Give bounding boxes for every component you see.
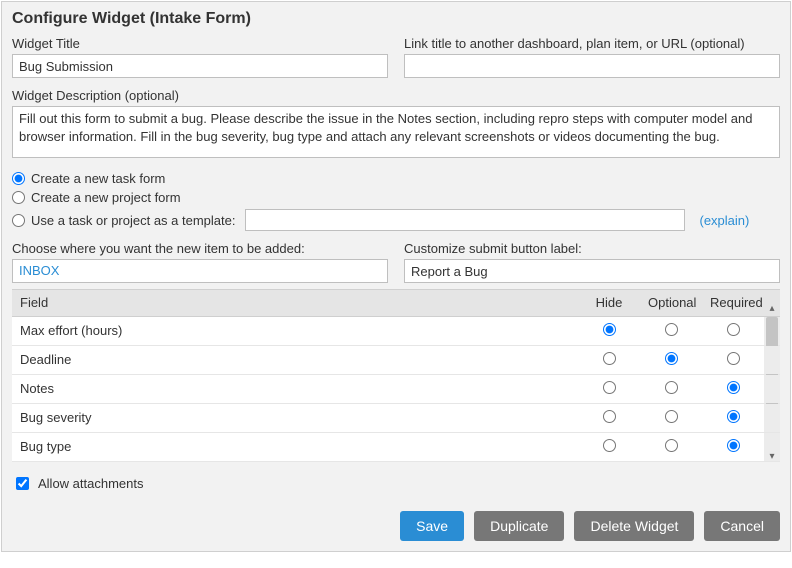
allow-attachments-row[interactable]: Allow attachments — [12, 474, 780, 493]
form-type-template-row: Use a task or project as a template: (ex… — [12, 209, 780, 231]
dialog-title: Configure Widget (Intake Form) — [12, 10, 780, 28]
link-title-input[interactable] — [404, 54, 780, 78]
field-optional-cell — [640, 432, 702, 461]
field-required-radio[interactable] — [727, 323, 740, 336]
submit-label-input[interactable] — [404, 259, 780, 283]
scrollbar[interactable] — [764, 345, 780, 374]
field-required-radio[interactable] — [727, 439, 740, 452]
configure-widget-dialog: Configure Widget (Intake Form) Widget Ti… — [1, 1, 791, 552]
link-title-label: Link title to another dashboard, plan it… — [404, 36, 780, 51]
form-type-task-label: Create a new task form — [31, 171, 165, 186]
th-optional: Optional — [640, 290, 702, 316]
save-button[interactable]: Save — [400, 511, 464, 541]
field-optional-radio[interactable] — [665, 323, 678, 336]
table-row: Deadline — [12, 345, 780, 374]
form-type-project-radio[interactable] — [12, 191, 25, 204]
field-required-radio[interactable] — [727, 352, 740, 365]
field-optional-cell — [640, 403, 702, 432]
field-hide-radio[interactable] — [603, 410, 616, 423]
scroll-down-icon[interactable]: ▾ — [764, 451, 780, 463]
dialog-buttons: Save Duplicate Delete Widget Cancel — [12, 511, 780, 541]
cancel-button[interactable]: Cancel — [704, 511, 780, 541]
th-required: Required — [702, 290, 764, 316]
field-name-cell: Max effort (hours) — [12, 316, 578, 345]
form-type-task-row[interactable]: Create a new task form — [12, 171, 780, 186]
field-optional-cell — [640, 316, 702, 345]
field-optional-cell — [640, 374, 702, 403]
field-hide-radio[interactable] — [603, 439, 616, 452]
location-input[interactable]: INBOX — [12, 259, 388, 283]
field-required-cell — [702, 432, 764, 461]
field-optional-radio[interactable] — [665, 381, 678, 394]
th-hide: Hide — [578, 290, 640, 316]
form-type-template-radio[interactable] — [12, 214, 25, 227]
scrollbar[interactable]: ▴ — [764, 316, 780, 345]
scrollbar[interactable]: ▾ — [764, 432, 780, 461]
field-hide-cell — [578, 345, 640, 374]
description-label: Widget Description (optional) — [12, 88, 780, 103]
form-type-project-label: Create a new project form — [31, 190, 181, 205]
table-row: Max effort (hours) ▴ — [12, 316, 780, 345]
template-input[interactable] — [245, 209, 685, 231]
field-name-cell: Notes — [12, 374, 578, 403]
th-field: Field — [12, 290, 578, 316]
location-label: Choose where you want the new item to be… — [12, 241, 388, 256]
field-required-radio[interactable] — [727, 381, 740, 394]
explain-link[interactable]: (explain) — [699, 213, 749, 228]
widget-title-input[interactable] — [12, 54, 388, 78]
field-required-cell — [702, 316, 764, 345]
field-optional-cell — [640, 345, 702, 374]
scrollbar[interactable] — [764, 374, 780, 403]
allow-attachments-checkbox[interactable] — [16, 477, 29, 490]
fields-table: Field Hide Optional Required Max effort … — [12, 289, 780, 462]
field-name-cell: Bug type — [12, 432, 578, 461]
field-name-cell: Deadline — [12, 345, 578, 374]
scroll-up-icon[interactable]: ▴ — [764, 303, 780, 315]
field-name-cell: Bug severity — [12, 403, 578, 432]
delete-widget-button[interactable]: Delete Widget — [574, 511, 694, 541]
field-required-cell — [702, 403, 764, 432]
form-type-template-label: Use a task or project as a template: — [31, 213, 235, 228]
description-textarea[interactable] — [12, 106, 780, 158]
table-row: Bug type ▾ — [12, 432, 780, 461]
field-required-radio[interactable] — [727, 410, 740, 423]
field-hide-cell — [578, 432, 640, 461]
field-hide-radio[interactable] — [603, 381, 616, 394]
widget-title-label: Widget Title — [12, 36, 388, 51]
field-required-cell — [702, 345, 764, 374]
table-row: Bug severity — [12, 403, 780, 432]
field-hide-cell — [578, 316, 640, 345]
field-optional-radio[interactable] — [665, 410, 678, 423]
duplicate-button[interactable]: Duplicate — [474, 511, 564, 541]
field-hide-cell — [578, 374, 640, 403]
table-row: Notes — [12, 374, 780, 403]
submit-label-label: Customize submit button label: — [404, 241, 780, 256]
field-optional-radio[interactable] — [665, 439, 678, 452]
form-type-project-row[interactable]: Create a new project form — [12, 190, 780, 205]
scrollbar[interactable] — [764, 403, 780, 432]
field-optional-radio[interactable] — [665, 352, 678, 365]
field-hide-cell — [578, 403, 640, 432]
field-required-cell — [702, 374, 764, 403]
field-hide-radio[interactable] — [603, 323, 616, 336]
allow-attachments-label: Allow attachments — [38, 476, 144, 491]
form-type-task-radio[interactable] — [12, 172, 25, 185]
field-hide-radio[interactable] — [603, 352, 616, 365]
